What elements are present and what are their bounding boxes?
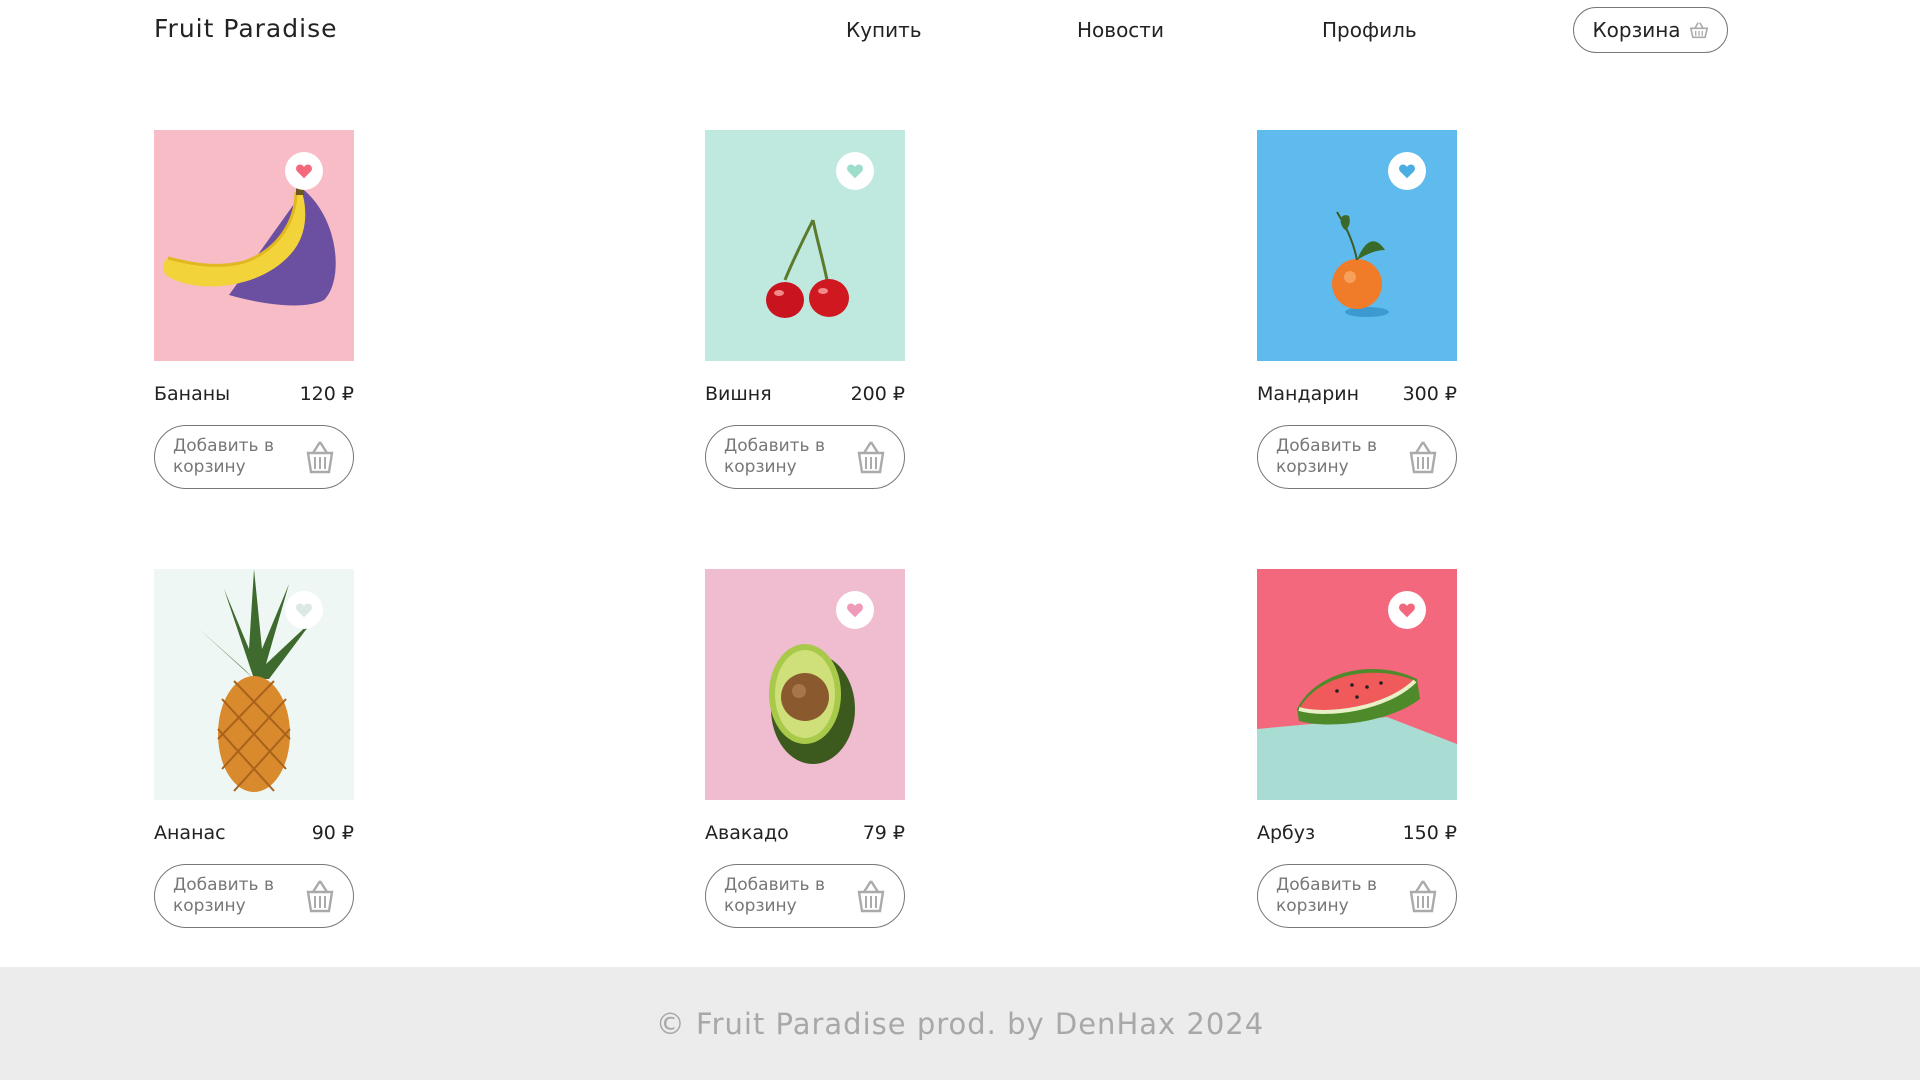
heart-icon xyxy=(296,164,312,179)
basket-icon xyxy=(1409,880,1437,913)
product-info: Авакадо 79 ₽ xyxy=(705,822,905,844)
product-image-cherry xyxy=(705,130,905,361)
footer-copyright: © Fruit Paradise prod. by DenHax 2024 xyxy=(655,1006,1265,1041)
favorite-button[interactable] xyxy=(1388,152,1426,190)
favorite-button[interactable] xyxy=(1388,591,1426,629)
add-to-cart-label: Добавить в корзину xyxy=(173,875,274,916)
product-price: 120 ₽ xyxy=(299,383,354,405)
site-header: Fruit Paradise Купить Новости Профиль Ко… xyxy=(0,0,1920,60)
basket-icon xyxy=(857,880,885,913)
heart-icon xyxy=(847,603,863,618)
basket-icon xyxy=(1689,22,1708,39)
heart-icon xyxy=(296,603,312,618)
product-card-avocado: Авакадо 79 ₽ Добавить в корзину xyxy=(705,569,905,928)
product-name: Ананас xyxy=(154,822,226,844)
product-name: Арбуз xyxy=(1257,822,1316,844)
site-footer: © Fruit Paradise prod. by DenHax 2024 xyxy=(0,967,1920,1080)
add-to-cart-button[interactable]: Добавить в корзину xyxy=(154,864,354,928)
cart-button[interactable]: Корзина xyxy=(1573,7,1728,53)
basket-icon xyxy=(1409,441,1437,474)
nav-news[interactable]: Новости xyxy=(1077,18,1164,42)
product-name: Бананы xyxy=(154,383,231,405)
basket-icon xyxy=(306,880,334,913)
product-card-pineapple: Ананас 90 ₽ Добавить в корзину xyxy=(154,569,354,928)
favorite-button[interactable] xyxy=(836,152,874,190)
product-card-cherry: Вишня 200 ₽ Добавить в корзину xyxy=(705,130,905,489)
heart-icon xyxy=(847,164,863,179)
product-image-pineapple xyxy=(154,569,354,800)
logo[interactable]: Fruit Paradise xyxy=(154,14,337,43)
basket-icon xyxy=(857,441,885,474)
cart-label: Корзина xyxy=(1592,18,1681,42)
product-info: Ананас 90 ₽ xyxy=(154,822,354,844)
heart-icon xyxy=(1399,164,1415,179)
add-to-cart-label: Добавить в корзину xyxy=(173,436,274,477)
add-to-cart-button[interactable]: Добавить в корзину xyxy=(1257,864,1457,928)
product-price: 90 ₽ xyxy=(311,822,354,844)
add-to-cart-button[interactable]: Добавить в корзину xyxy=(705,864,905,928)
product-info: Бананы 120 ₽ xyxy=(154,383,354,405)
add-to-cart-button[interactable]: Добавить в корзину xyxy=(705,425,905,489)
add-to-cart-label: Добавить в корзину xyxy=(724,875,825,916)
nav-buy[interactable]: Купить xyxy=(846,18,922,42)
add-to-cart-button[interactable]: Добавить в корзину xyxy=(1257,425,1457,489)
product-name: Вишня xyxy=(705,383,772,405)
product-price: 79 ₽ xyxy=(862,822,905,844)
favorite-button[interactable] xyxy=(836,591,874,629)
add-to-cart-label: Добавить в корзину xyxy=(1276,875,1377,916)
product-image-watermelon xyxy=(1257,569,1457,800)
product-card-bananas: Бананы 120 ₽ Добавить в корзину xyxy=(154,130,354,489)
product-image-avocado xyxy=(705,569,905,800)
favorite-button[interactable] xyxy=(285,152,323,190)
add-to-cart-label: Добавить в корзину xyxy=(1276,436,1377,477)
product-info: Вишня 200 ₽ xyxy=(705,383,905,405)
product-image-mandarin xyxy=(1257,130,1457,361)
add-to-cart-button[interactable]: Добавить в корзину xyxy=(154,425,354,489)
add-to-cart-label: Добавить в корзину xyxy=(724,436,825,477)
product-info: Мандарин 300 ₽ xyxy=(1257,383,1457,405)
product-price: 150 ₽ xyxy=(1402,822,1457,844)
product-price: 200 ₽ xyxy=(850,383,905,405)
basket-icon xyxy=(306,441,334,474)
product-card-mandarin: Мандарин 300 ₽ Добавить в корзину xyxy=(1257,130,1457,489)
product-price: 300 ₽ xyxy=(1402,383,1457,405)
product-image-bananas xyxy=(154,130,354,361)
product-info: Арбуз 150 ₽ xyxy=(1257,822,1457,844)
product-card-watermelon: Арбуз 150 ₽ Добавить в корзину xyxy=(1257,569,1457,928)
nav-profile[interactable]: Профиль xyxy=(1322,18,1417,42)
favorite-button[interactable] xyxy=(285,591,323,629)
product-name: Авакадо xyxy=(705,822,789,844)
product-name: Мандарин xyxy=(1257,383,1360,405)
heart-icon xyxy=(1399,603,1415,618)
